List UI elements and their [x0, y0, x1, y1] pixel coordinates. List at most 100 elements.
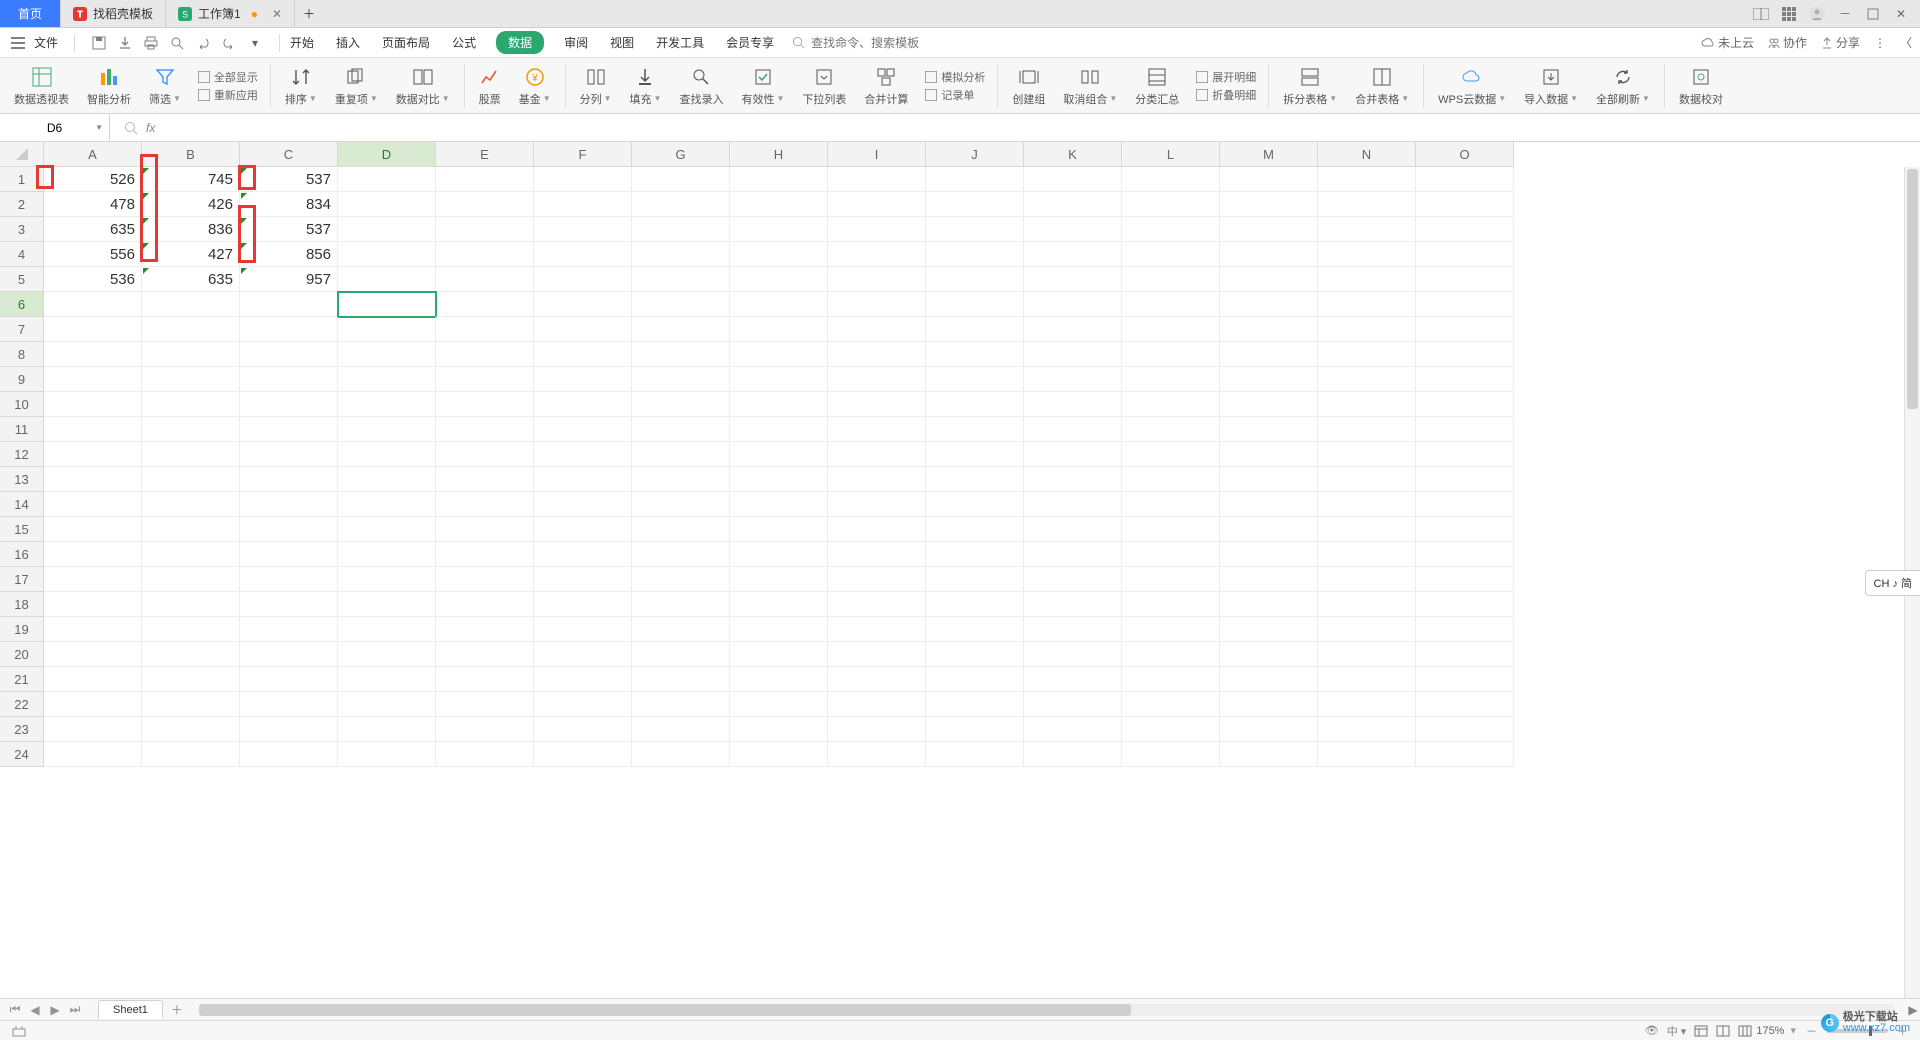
row-header-7[interactable]: 7 [0, 317, 44, 342]
cell-E9[interactable] [436, 367, 534, 392]
cell-I8[interactable] [828, 342, 926, 367]
horizontal-scrollbar[interactable] [199, 1004, 1894, 1016]
cell-L4[interactable] [1122, 242, 1220, 267]
cell-K23[interactable] [1024, 717, 1122, 742]
close-window-icon[interactable]: ✕ [1892, 5, 1910, 23]
menu-4[interactable]: 数据 [496, 31, 544, 54]
menu-2[interactable]: 页面布局 [380, 31, 432, 54]
col-header-C[interactable]: C [240, 142, 338, 167]
cell-B19[interactable] [142, 617, 240, 642]
print-preview-icon[interactable] [169, 35, 185, 51]
cell-A21[interactable] [44, 667, 142, 692]
ime-chip[interactable]: CH ♪ 简 [1865, 570, 1920, 596]
cell-D7[interactable] [338, 317, 436, 342]
cell-I2[interactable] [828, 192, 926, 217]
cell-N19[interactable] [1318, 617, 1416, 642]
cell-G3[interactable] [632, 217, 730, 242]
cell-O11[interactable] [1416, 417, 1514, 442]
cell-J24[interactable] [926, 742, 1024, 767]
cell-A19[interactable] [44, 617, 142, 642]
cell-N15[interactable] [1318, 517, 1416, 542]
cell-K13[interactable] [1024, 467, 1122, 492]
cell-N21[interactable] [1318, 667, 1416, 692]
cell-B24[interactable] [142, 742, 240, 767]
cell-N6[interactable] [1318, 292, 1416, 317]
col-header-K[interactable]: K [1024, 142, 1122, 167]
cell-M4[interactable] [1220, 242, 1318, 267]
menu-1[interactable]: 插入 [334, 31, 362, 54]
cell-C16[interactable] [240, 542, 338, 567]
cell-N22[interactable] [1318, 692, 1416, 717]
cell-L1[interactable] [1122, 167, 1220, 192]
cell-B14[interactable] [142, 492, 240, 517]
cell-I6[interactable] [828, 292, 926, 317]
cell-F13[interactable] [534, 467, 632, 492]
close-tab-icon[interactable]: ✕ [272, 7, 282, 21]
cell-F11[interactable] [534, 417, 632, 442]
cell-H24[interactable] [730, 742, 828, 767]
row-header-15[interactable]: 15 [0, 517, 44, 542]
cell-C15[interactable] [240, 517, 338, 542]
cell-A8[interactable] [44, 342, 142, 367]
cell-E10[interactable] [436, 392, 534, 417]
cell-G1[interactable] [632, 167, 730, 192]
ribbon-simul[interactable]: 模拟分析 [924, 69, 985, 85]
cell-F14[interactable] [534, 492, 632, 517]
cell-H11[interactable] [730, 417, 828, 442]
cell-B7[interactable] [142, 317, 240, 342]
cell-A12[interactable] [44, 442, 142, 467]
cell-K7[interactable] [1024, 317, 1122, 342]
cell-C7[interactable] [240, 317, 338, 342]
cell-H1[interactable] [730, 167, 828, 192]
cell-B6[interactable] [142, 292, 240, 317]
cell-A10[interactable] [44, 392, 142, 417]
cell-A24[interactable] [44, 742, 142, 767]
cell-A15[interactable] [44, 517, 142, 542]
cell-I9[interactable] [828, 367, 926, 392]
cell-J18[interactable] [926, 592, 1024, 617]
cell-C9[interactable] [240, 367, 338, 392]
fx-icon[interactable] [124, 121, 138, 135]
cell-C14[interactable] [240, 492, 338, 517]
cell-B22[interactable] [142, 692, 240, 717]
cell-J17[interactable] [926, 567, 1024, 592]
row-header-6[interactable]: 6 [0, 292, 44, 317]
cell-M24[interactable] [1220, 742, 1318, 767]
cell-M2[interactable] [1220, 192, 1318, 217]
cell-H5[interactable] [730, 267, 828, 292]
cell-M5[interactable] [1220, 267, 1318, 292]
cell-A1[interactable]: 526 [44, 167, 142, 192]
cell-O21[interactable] [1416, 667, 1514, 692]
cell-N8[interactable] [1318, 342, 1416, 367]
cell-M11[interactable] [1220, 417, 1318, 442]
cell-G22[interactable] [632, 692, 730, 717]
cell-L18[interactable] [1122, 592, 1220, 617]
cell-N9[interactable] [1318, 367, 1416, 392]
cell-F10[interactable] [534, 392, 632, 417]
eye-icon[interactable]: 👁 [1645, 1024, 1659, 1037]
cell-E13[interactable] [436, 467, 534, 492]
col-header-B[interactable]: B [142, 142, 240, 167]
cell-O4[interactable] [1416, 242, 1514, 267]
cell-G17[interactable] [632, 567, 730, 592]
ribbon-compare[interactable]: 数据对比▼ [390, 65, 456, 107]
cell-I14[interactable] [828, 492, 926, 517]
ribbon-wpscloud[interactable]: WPS云数据▼ [1432, 65, 1512, 107]
cell-H22[interactable] [730, 692, 828, 717]
cell-O7[interactable] [1416, 317, 1514, 342]
cell-C13[interactable] [240, 467, 338, 492]
col-header-G[interactable]: G [632, 142, 730, 167]
cell-G11[interactable] [632, 417, 730, 442]
cell-J21[interactable] [926, 667, 1024, 692]
cell-A11[interactable] [44, 417, 142, 442]
cell-I15[interactable] [828, 517, 926, 542]
cell-B20[interactable] [142, 642, 240, 667]
cell-O20[interactable] [1416, 642, 1514, 667]
cell-G13[interactable] [632, 467, 730, 492]
cell-C8[interactable] [240, 342, 338, 367]
share-button[interactable]: 分享 [1821, 34, 1860, 51]
cell-O17[interactable] [1416, 567, 1514, 592]
cell-F3[interactable] [534, 217, 632, 242]
cell-D13[interactable] [338, 467, 436, 492]
cell-M18[interactable] [1220, 592, 1318, 617]
